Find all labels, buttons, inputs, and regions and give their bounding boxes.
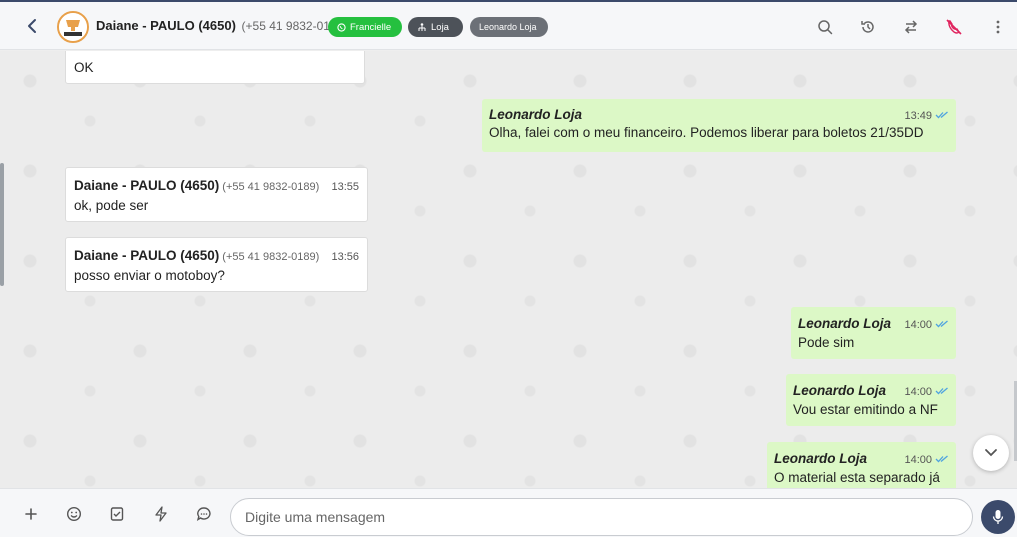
message-text: Pode sim: [798, 335, 855, 350]
message-text: OK: [74, 60, 94, 75]
whatsapp-connection-tag[interactable]: Francielle: [328, 17, 402, 37]
read-ticks-icon: [935, 455, 948, 463]
microphone-icon: [992, 510, 1004, 524]
composer-bar: [0, 488, 1017, 537]
whatsapp-icon: [337, 22, 346, 32]
queue-label: Loja: [431, 21, 449, 33]
contact-name-text: Daiane - PAULO (4650): [96, 18, 236, 33]
microphone-button[interactable]: [981, 500, 1015, 534]
message-list[interactable]: OK Leonardo Loja 13:49 Olha, falei com o…: [0, 51, 1017, 488]
incoming-message[interactable]: OK: [65, 51, 365, 84]
queue-tag[interactable]: Loja: [408, 17, 463, 37]
message-input[interactable]: [230, 498, 973, 536]
message-time: 13:55: [331, 181, 359, 193]
message-text: Vou estar emitindo a NF: [793, 402, 938, 417]
message-sender: Leonardo Loja: [774, 451, 868, 466]
message-time: 13:49: [904, 110, 932, 122]
outgoing-message[interactable]: Leonardo Loja 14:00 Pode sim: [791, 307, 956, 359]
message-sender: Leonardo Loja: [798, 316, 892, 331]
back-arrow-icon[interactable]: [18, 12, 46, 40]
outgoing-message[interactable]: Leonardo Loja 14:00 Vou estar emitindo a…: [786, 374, 956, 426]
plus-icon[interactable]: [20, 503, 42, 525]
whatsapp-connection-label: Francielle: [350, 21, 392, 33]
search-icon[interactable]: [813, 15, 837, 39]
read-ticks-icon: [935, 320, 948, 328]
quick-reply-icon[interactable]: [150, 503, 172, 525]
message-sender-phone: (+55 41 9832-0189): [222, 181, 320, 193]
message-text: ok, pode ser: [74, 198, 149, 213]
message-time: 14:00: [904, 386, 932, 398]
incoming-message[interactable]: Daiane - PAULO (4650) (+55 41 9832-0189)…: [65, 167, 368, 222]
chat-icon[interactable]: [193, 503, 215, 525]
scroll-down-button[interactable]: [973, 435, 1009, 471]
message-text: posso enviar o motoboy?: [74, 268, 225, 283]
attachment-icon[interactable]: [106, 503, 128, 525]
message-text: O material esta separado já: [774, 470, 940, 485]
transfer-icon[interactable]: [899, 15, 923, 39]
emoji-icon[interactable]: [63, 503, 85, 525]
message-sender: Daiane - PAULO (4650): [74, 178, 220, 193]
message-sender-phone: (+55 41 9832-0189): [222, 251, 320, 263]
chat-header: Daiane - PAULO (4650) (+55 41 9832-0189)…: [0, 2, 1017, 50]
message-time: 14:00: [904, 454, 932, 466]
close-ticket-icon[interactable]: [942, 15, 966, 39]
more-options-icon[interactable]: [986, 15, 1010, 39]
incoming-message[interactable]: Daiane - PAULO (4650) (+55 41 9832-0189)…: [65, 237, 368, 292]
history-icon[interactable]: [856, 15, 880, 39]
message-text: Olha, falei com o meu financeiro. Podemo…: [489, 125, 924, 140]
contact-name: Daiane - PAULO (4650) (+55 41 9832-0189): [96, 18, 347, 33]
avatar[interactable]: [57, 11, 89, 43]
outgoing-message[interactable]: Leonardo Loja 13:49 Olha, falei com o me…: [482, 99, 956, 152]
outgoing-message[interactable]: Leonardo Loja 14:00 O material esta sepa…: [767, 442, 956, 488]
message-time: 13:56: [331, 251, 359, 263]
message-sender: Leonardo Loja: [793, 383, 887, 398]
read-ticks-icon: [935, 111, 948, 119]
message-time: 14:00: [904, 319, 932, 331]
queue-icon: [418, 22, 426, 31]
read-ticks-icon: [935, 387, 948, 395]
scrollbar[interactable]: [0, 163, 4, 286]
agent-tag[interactable]: Leonardo Loja: [470, 17, 548, 37]
message-sender: Daiane - PAULO (4650): [74, 248, 220, 263]
chevron-down-icon: [985, 449, 997, 457]
message-sender: Leonardo Loja: [489, 107, 583, 122]
agent-label: Leonardo Loja: [479, 22, 537, 32]
